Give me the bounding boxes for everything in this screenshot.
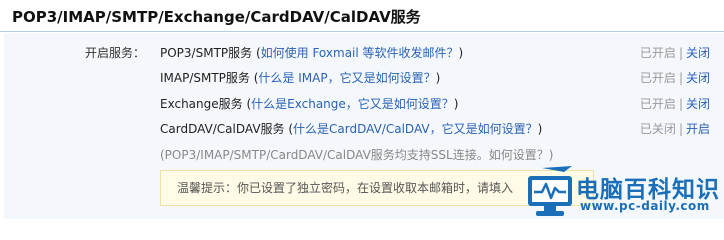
ssl-note: (POP3/IMAP/SMTP/CardDAV/CalDAV服务均支持SSL连接… xyxy=(160,146,553,164)
service-row-imap: IMAP/SMTP服务 (什么是 IMAP，它又是如何设置？) xyxy=(160,69,720,87)
service-name: CardDAV/CalDAV服务 xyxy=(160,122,285,136)
separator: | xyxy=(678,71,683,85)
status-carddav: 已关闭 | 开启 xyxy=(640,120,710,138)
status-text: 已开启 xyxy=(639,46,676,60)
title-divider xyxy=(0,31,724,32)
paren-close: ) xyxy=(435,71,441,85)
toggle-carddav-button[interactable]: 开启 xyxy=(686,122,710,136)
service-name: IMAP/SMTP服务 xyxy=(160,71,250,85)
separator: | xyxy=(678,97,683,111)
status-imap: 已开启 | 关闭 xyxy=(640,69,710,87)
mail-settings-page: POP3/IMAP/SMTP/Exchange/CardDAV/CalDAV服务… xyxy=(0,0,724,219)
status-text: 已关闭 xyxy=(639,122,676,136)
ssl-note-text: (POP3/IMAP/SMTP/CardDAV/CalDAV服务均支持SSL连接… xyxy=(160,148,489,162)
status-text: 已开启 xyxy=(639,71,676,85)
paren-close: ) xyxy=(458,46,464,60)
toggle-pop3-button[interactable]: 关闭 xyxy=(686,46,710,60)
help-link-exchange[interactable]: 什么是Exchange，它又是如何设置？ xyxy=(251,97,454,111)
toggle-exchange-button[interactable]: 关闭 xyxy=(686,97,710,111)
help-link-imap[interactable]: 什么是 IMAP，它又是如何设置？ xyxy=(258,71,435,85)
ssl-help-link[interactable]: 如何设置？ xyxy=(489,148,549,162)
tip-text: 温馨提示：你已设置了独立密码，在设置收取本邮箱时，请填入 xyxy=(177,181,514,195)
ssl-note-close: ) xyxy=(548,148,554,162)
service-row-pop3: POP3/SMTP服务 (如何使用 Foxmail 等软件收发邮件？) xyxy=(160,44,720,62)
service-name: Exchange服务 xyxy=(160,97,243,111)
paren-close: ) xyxy=(537,122,543,136)
watermark-url: www.pc-daily.com xyxy=(580,199,710,213)
separator: | xyxy=(678,46,683,60)
toggle-imap-button[interactable]: 关闭 xyxy=(686,71,710,85)
paren-open: ( xyxy=(284,122,294,136)
service-name: POP3/SMTP服务 xyxy=(160,46,253,60)
monitor-logo-icon xyxy=(528,166,572,216)
separator: | xyxy=(678,122,683,136)
help-link-carddav[interactable]: 什么是CardDAV/CalDAV，它又是如何设置？ xyxy=(293,122,538,136)
watermark: 电脑百科知识 www.pc-daily.com xyxy=(524,164,724,219)
paren-open: ( xyxy=(242,97,252,111)
section-title: POP3/IMAP/SMTP/Exchange/CardDAV/CalDAV服务 xyxy=(12,8,421,26)
paren-open: ( xyxy=(252,46,261,60)
status-pop3: 已开启 | 关闭 xyxy=(640,44,710,62)
service-row-exchange: Exchange服务 (什么是Exchange，它又是如何设置？) xyxy=(160,95,720,113)
paren-close: ) xyxy=(453,97,459,111)
status-text: 已开启 xyxy=(639,97,676,111)
service-row-carddav: CardDAV/CalDAV服务 (什么是CardDAV/CalDAV，它又是如… xyxy=(160,120,720,138)
enable-services-label: 开启服务： xyxy=(85,46,146,60)
status-exchange: 已开启 | 关闭 xyxy=(640,95,710,113)
help-link-pop3[interactable]: 如何使用 Foxmail 等软件收发邮件？ xyxy=(261,46,459,60)
